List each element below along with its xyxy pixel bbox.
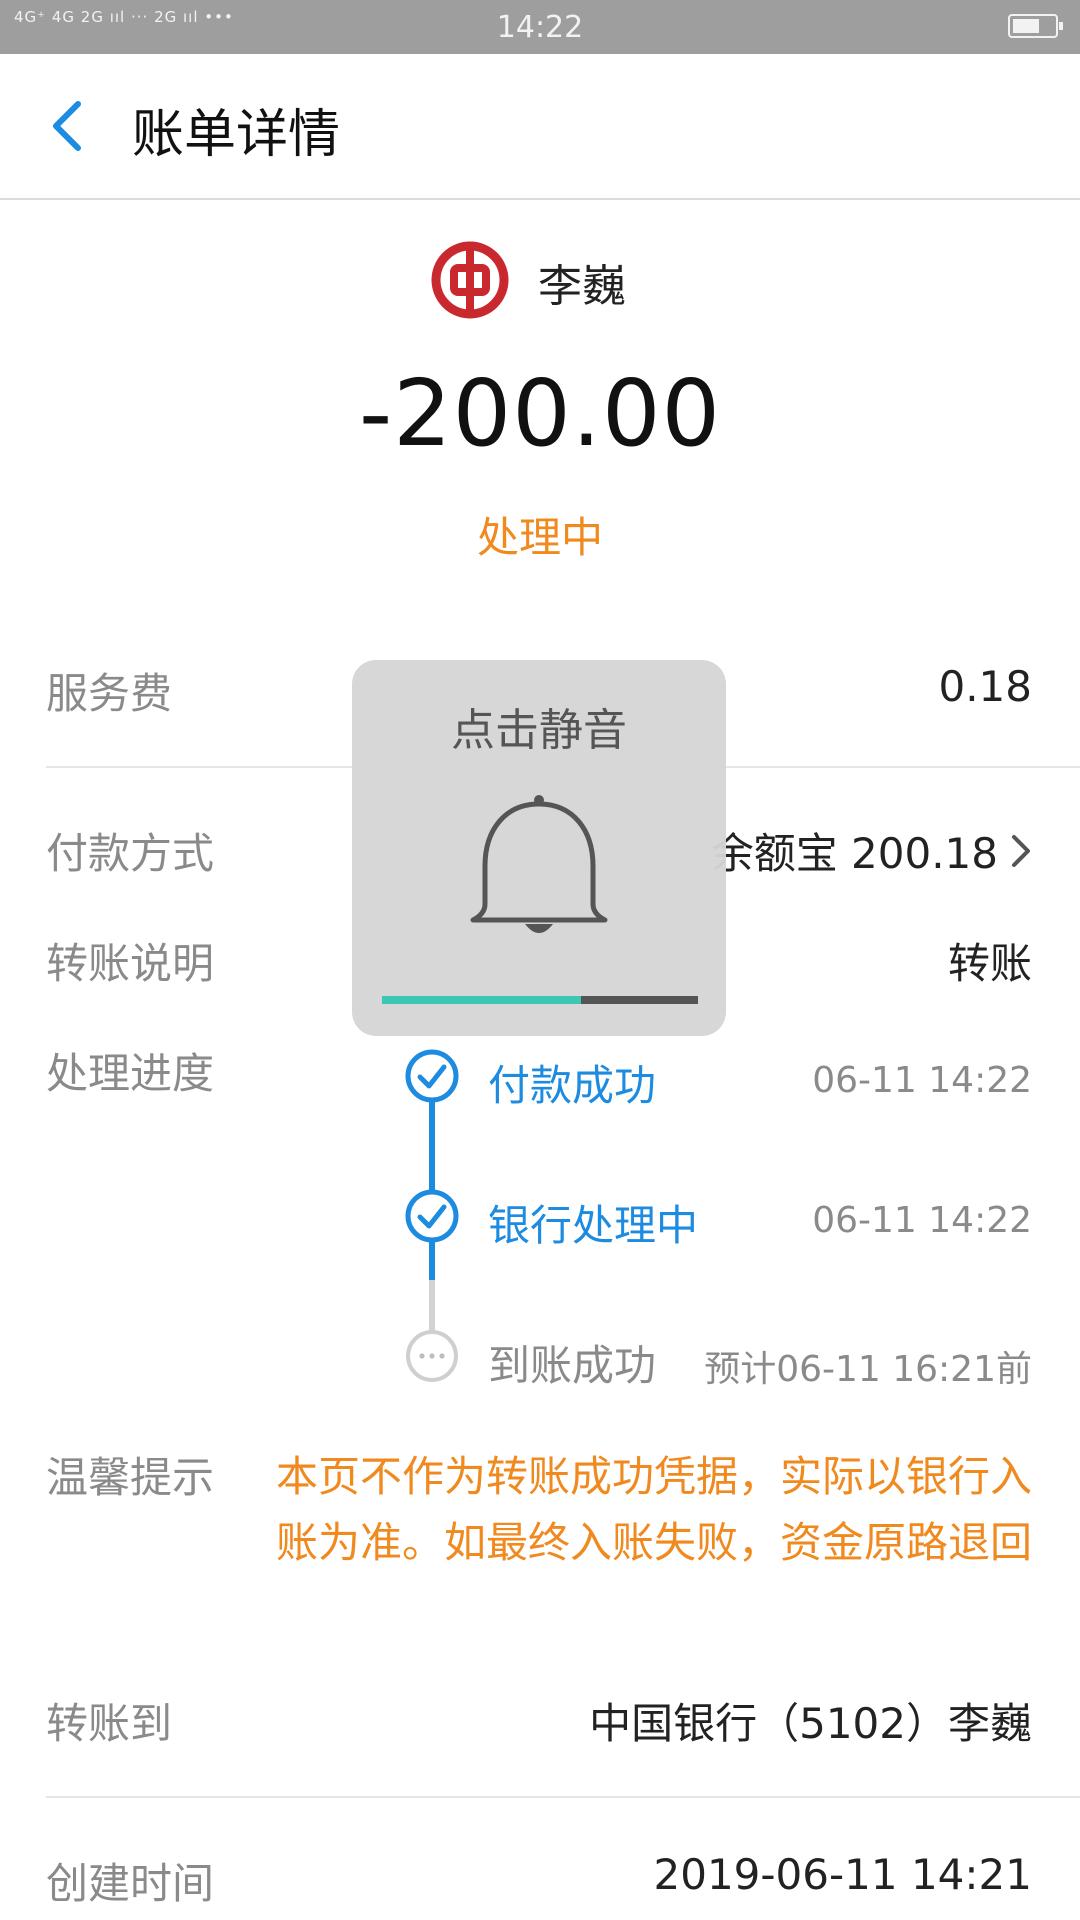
transfer-to-label: 转账到 <box>46 1699 173 1748</box>
toast-title: 点击静音 <box>451 705 627 756</box>
status-bar: 4G⁺ 4G 2G ııl ··· 2G ııl ••• 14:22 <box>0 0 1080 54</box>
transfer-to-value: 中国银行（5102）李巍 <box>589 1699 1032 1748</box>
check-circle-icon <box>405 1049 459 1103</box>
progress-step-1-time: 06-11 14:22 <box>812 1060 1032 1101</box>
status-time: 14:22 <box>496 10 584 45</box>
mute-toast[interactable]: 点击静音 <box>352 660 726 1036</box>
transfer-note-value: 转账 <box>947 939 1032 988</box>
created-time-label: 创建时间 <box>46 1859 215 1908</box>
bank-of-china-logo-icon <box>431 241 509 319</box>
progress-step-3-time: 预计06-11 16:21前 <box>704 1349 1032 1390</box>
divider <box>46 1796 1080 1798</box>
payment-method-row[interactable]: 余额宝 200.18 <box>712 820 1032 881</box>
progress-step-2-text: 银行处理中 <box>488 1201 699 1250</box>
tip-label: 温馨提示 <box>46 1453 215 1502</box>
check-circle-icon <box>405 1189 459 1243</box>
nav-header: 账单详情 <box>0 54 1080 200</box>
chevron-right-icon <box>1012 834 1030 867</box>
volume-slider[interactable] <box>382 996 698 1004</box>
volume-fill <box>382 996 582 1004</box>
progress-step-2-time: 06-11 14:22 <box>812 1200 1032 1241</box>
payment-method-value: 余额宝 200.18 <box>711 829 998 878</box>
tip-text: 本页不作为转账成功凭据，实际以银行入账为准。如最终入账失败，资金原路退回 <box>275 1452 1032 1567</box>
service-fee-value: 0.18 <box>938 662 1032 711</box>
created-time-value: 2019-06-11 14:21 <box>653 1850 1032 1899</box>
page-title: 账单详情 <box>132 105 341 165</box>
transaction-amount: -200.00 <box>358 360 722 467</box>
service-fee-label: 服务费 <box>46 669 173 718</box>
progress-label: 处理进度 <box>46 1049 215 1098</box>
transaction-status: 处理中 <box>476 513 603 562</box>
payee-name: 李巍 <box>538 261 626 312</box>
bell-icon <box>470 795 608 933</box>
payment-method-label: 付款方式 <box>46 829 215 878</box>
progress-step-3-text: 到账成功 <box>488 1341 657 1390</box>
back-arrow-icon[interactable] <box>44 98 92 154</box>
battery-icon <box>1008 14 1063 38</box>
progress-step-1-text: 付款成功 <box>488 1061 657 1110</box>
payee-header: 李巍 <box>0 240 1080 324</box>
transfer-note-label: 转账说明 <box>46 939 215 988</box>
ellipsis-circle-icon <box>406 1330 458 1382</box>
